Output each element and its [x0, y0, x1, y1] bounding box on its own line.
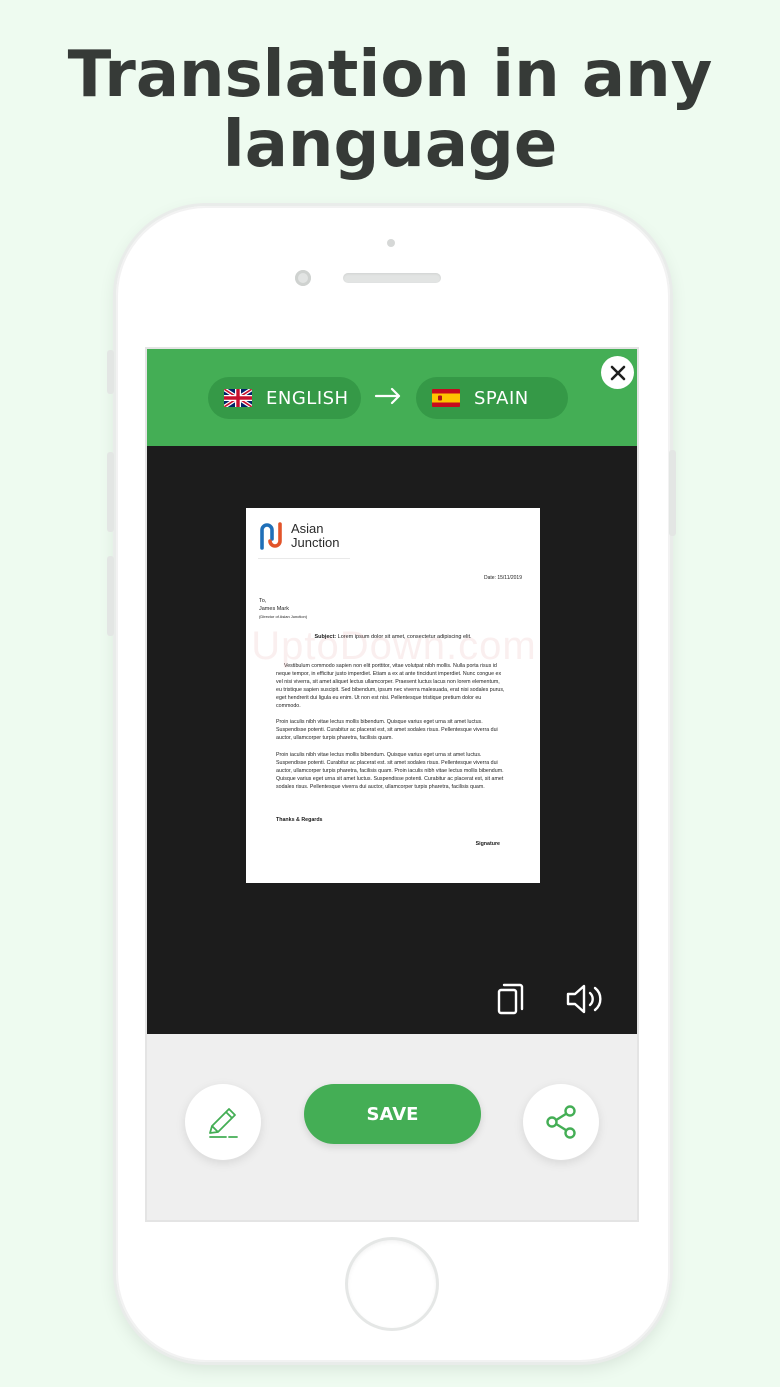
pencil-icon — [209, 1108, 238, 1138]
scanned-document: Asian Junction Date: 15/11/2019 To, Jame… — [246, 508, 540, 883]
save-button[interactable]: SAVE — [304, 1084, 481, 1144]
brand-line-2: Junction — [291, 535, 340, 550]
language-bar: ENGLISH SPAIN — [147, 349, 637, 446]
edit-button[interactable] — [185, 1084, 261, 1160]
document-signature: Signature — [475, 841, 500, 847]
recipient-name: James Mark — [259, 606, 289, 612]
uk-flag-icon — [224, 389, 252, 407]
phone-volume-down — [107, 556, 114, 636]
target-language-label: SPAIN — [474, 387, 529, 409]
speaker-icon[interactable] — [565, 982, 605, 1016]
document-divider — [258, 558, 350, 559]
app-screen: ENGLISH SPAIN Asian Junction Date: 15/11… — [145, 347, 639, 1222]
share-button[interactable] — [523, 1084, 599, 1160]
target-language-button[interactable]: SPAIN — [416, 377, 568, 419]
arrow-right-icon — [373, 381, 403, 411]
close-icon — [610, 365, 625, 380]
brand-line-1: Asian — [291, 521, 324, 536]
headline-line-1: Translation in any — [67, 38, 713, 112]
close-button[interactable] — [601, 356, 634, 389]
document-paragraph-1: Vestibulum commodo sapien non elit portt… — [276, 663, 505, 709]
document-date: Date: 15/11/2019 — [484, 575, 522, 581]
watermark: UptoDown.com — [251, 624, 537, 668]
source-language-button[interactable]: ENGLISH — [208, 377, 361, 419]
headline: Translation in any language — [0, 40, 780, 180]
phone-power-button — [669, 450, 676, 536]
recipient-to-label: To, — [259, 598, 267, 604]
document-recipient: To, James Mark (Director of Asian Juncti… — [259, 597, 307, 621]
headline-line-2: language — [222, 108, 558, 182]
asian-junction-logo-icon — [260, 522, 282, 550]
phone-mute-switch — [107, 350, 114, 394]
document-brand: Asian Junction — [291, 522, 339, 550]
source-language-label: ENGLISH — [266, 387, 349, 409]
document-paragraph-3: Proin iaculis nibh vitae lectus mollis b… — [276, 752, 504, 790]
spain-flag-icon — [432, 389, 460, 407]
phone-home-button — [348, 1240, 436, 1328]
phone-volume-up — [107, 452, 114, 532]
copy-icon[interactable] — [495, 982, 527, 1016]
phone-speaker — [343, 273, 441, 283]
phone-front-camera — [295, 270, 311, 286]
document-closing: Thanks & Regards — [276, 817, 323, 823]
document-paragraph-2: Proin iaculis nibh vitae lectus mollis b… — [276, 719, 498, 741]
phone-sensor — [387, 239, 395, 247]
share-icon — [546, 1105, 576, 1139]
action-bar: SAVE — [147, 1034, 637, 1220]
recipient-title: (Director of Asian Junction) — [259, 614, 308, 619]
document-preview: Asian Junction Date: 15/11/2019 To, Jame… — [147, 446, 637, 1034]
